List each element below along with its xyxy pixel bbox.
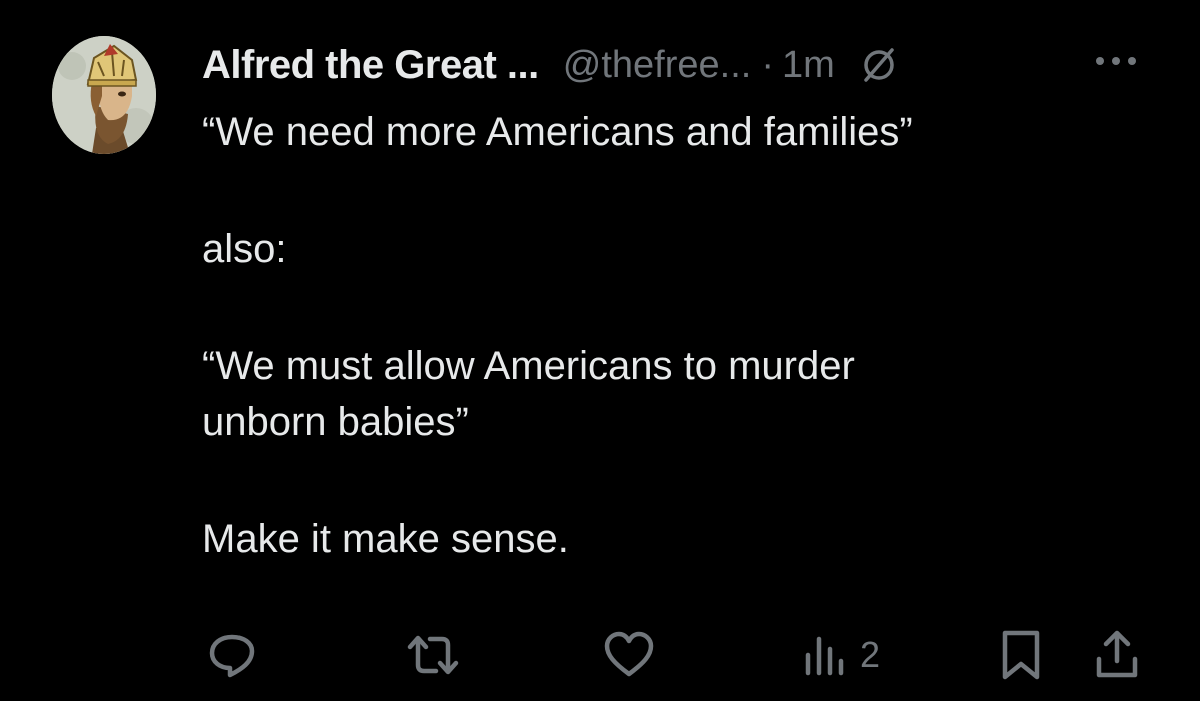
post-text-line: also: (202, 227, 287, 271)
ellipsis-icon (1096, 57, 1136, 65)
views-button[interactable]: 2 (802, 620, 880, 690)
reply-icon (209, 634, 255, 678)
views-bar-chart-icon (805, 636, 844, 676)
bookmark-button[interactable] (998, 620, 1044, 690)
muted-circle-slash-icon (859, 45, 899, 85)
post-timestamp[interactable]: 1m (782, 44, 835, 87)
share-icon (1096, 630, 1138, 678)
share-button[interactable] (1092, 620, 1142, 690)
author-handle[interactable]: @thefree... (563, 44, 752, 87)
bookmark-icon (1002, 630, 1040, 680)
post-actions-bar: 2 (0, 620, 1200, 690)
like-button[interactable] (602, 620, 656, 690)
more-options-button[interactable] (1088, 46, 1144, 76)
post-text-line: Make it make sense. (202, 517, 569, 561)
king-portrait-avatar-icon (52, 36, 156, 154)
header-separator: · (761, 43, 774, 86)
post-text-line: “We need more Americans and families” (202, 110, 913, 154)
author-avatar[interactable] (52, 36, 156, 154)
reply-button[interactable] (206, 620, 258, 690)
views-count: 2 (860, 634, 881, 675)
post-text-line: “We must allow Americans to murder (202, 344, 855, 388)
post-header: Alfred the Great ... @thefree... · 1m (202, 40, 899, 90)
repost-button[interactable] (404, 620, 462, 690)
post[interactable]: Alfred the Great ... @thefree... · 1m “W… (0, 0, 1200, 701)
repost-icon (407, 635, 459, 675)
post-text: “We need more Americans and families” al… (202, 104, 1162, 567)
author-display-name[interactable]: Alfred the Great ... (202, 43, 539, 88)
heart-icon (604, 631, 654, 677)
post-text-line: unborn babies” (202, 400, 469, 444)
